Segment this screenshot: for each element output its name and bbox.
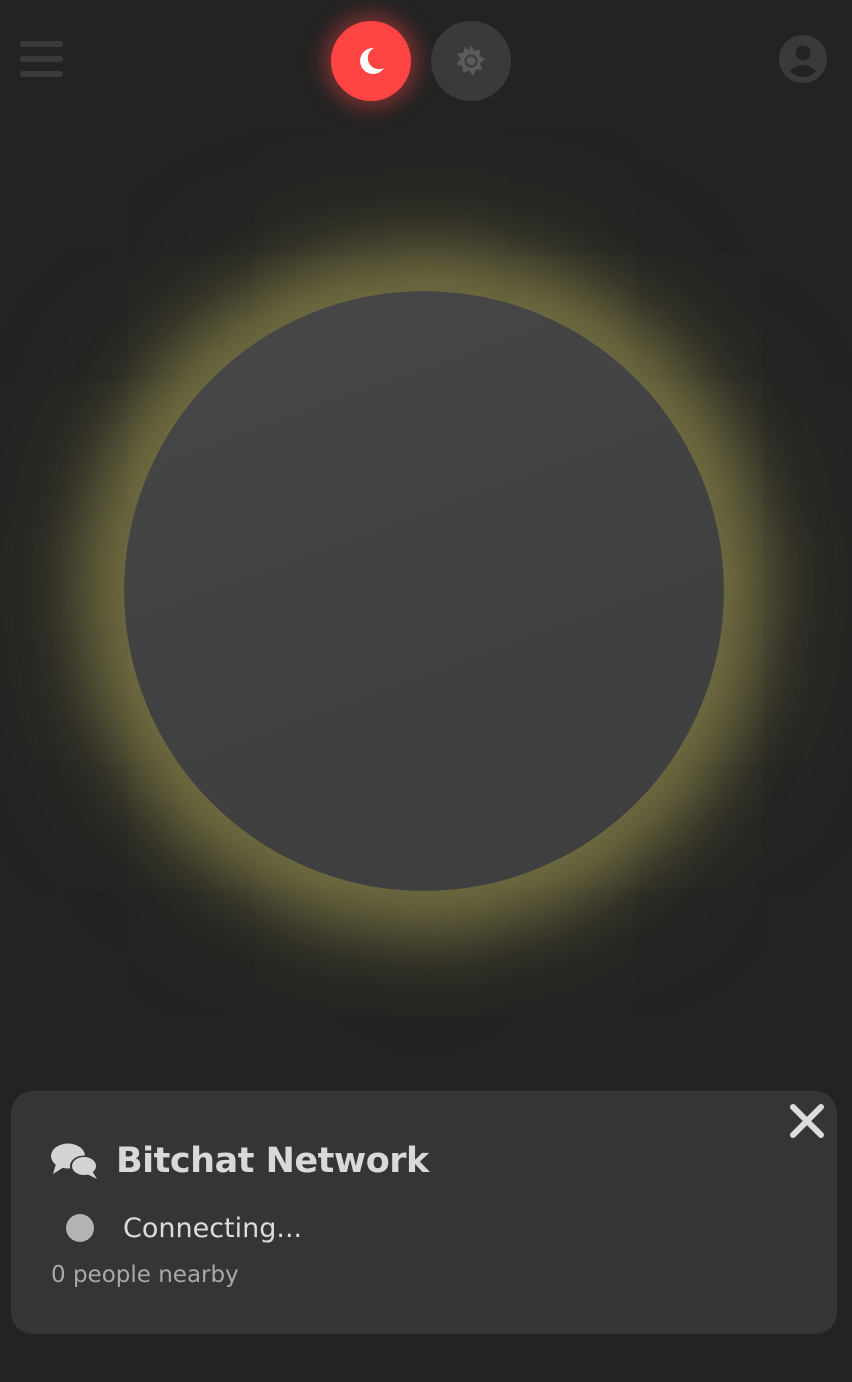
crescent-moon-icon [360, 47, 384, 74]
panel-title: Bitchat Network [116, 1141, 429, 1181]
network-panel: Bitchat Network Connecting... 0 people n… [11, 1091, 837, 1334]
close-button[interactable] [789, 1103, 825, 1139]
status-indicator [66, 1214, 94, 1242]
sun-icon [456, 45, 485, 76]
panel-header: Bitchat Network [50, 1139, 429, 1183]
chat-bubbles-icon [51, 1143, 98, 1179]
day-mode-button[interactable] [431, 21, 511, 101]
close-icon [790, 1104, 824, 1138]
profile-button[interactable] [779, 35, 827, 83]
menu-bar [20, 56, 63, 62]
app-screen: Bitchat Network Connecting... 0 people n… [0, 0, 852, 1382]
menu-bar [20, 71, 63, 77]
connection-status: Connecting... [66, 1209, 302, 1247]
hamburger-menu-icon [20, 41, 63, 47]
status-text: Connecting... [123, 1212, 303, 1244]
menu-button[interactable] [20, 40, 64, 78]
user-avatar-icon [779, 35, 827, 83]
night-mode-button[interactable] [331, 21, 411, 101]
nearby-count: 0 people nearby [51, 1262, 239, 1288]
broadcast-orb[interactable] [124, 291, 724, 891]
